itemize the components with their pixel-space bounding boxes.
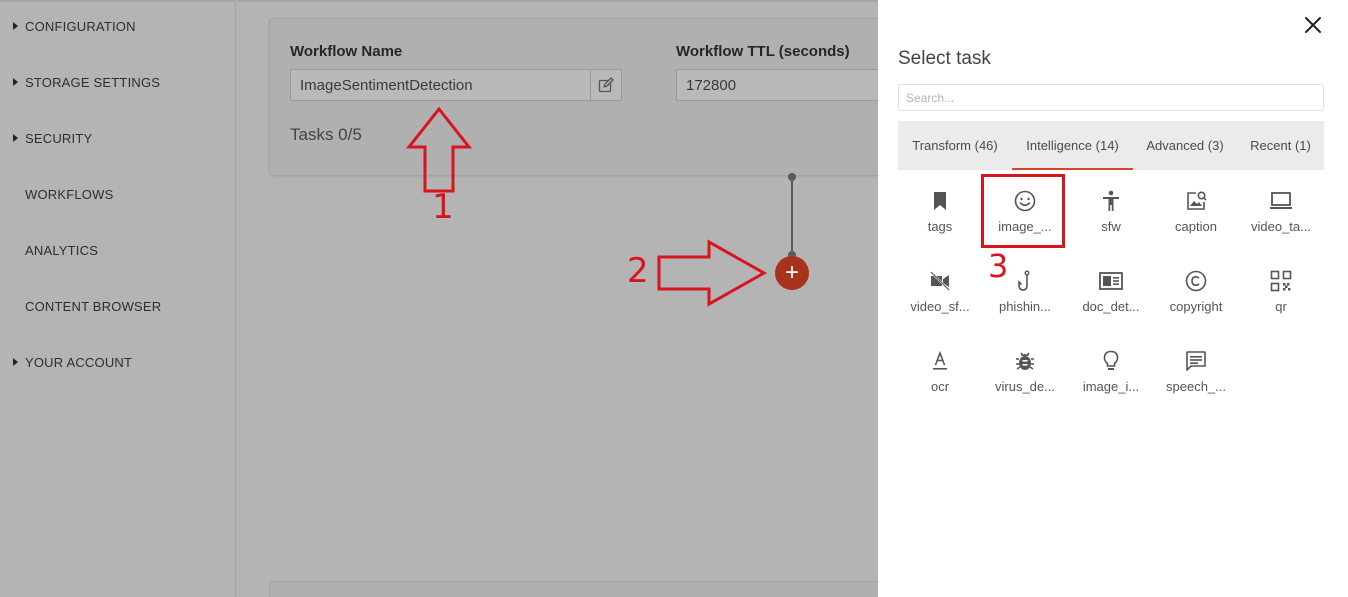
sidebar-item-label: SECURITY: [25, 130, 93, 146]
secondary-card: [269, 581, 909, 597]
edit-icon[interactable]: [590, 70, 621, 100]
sidebar-item-your-account[interactable]: YOUR ACCOUNT: [0, 352, 132, 372]
sidebar-item-configuration[interactable]: CONFIGURATION: [0, 16, 136, 36]
text-format-icon: [931, 349, 949, 373]
sidebar-item-label: YOUR ACCOUNT: [25, 354, 133, 370]
document-icon: [1099, 269, 1123, 293]
workflow-name-value[interactable]: ImageSentimentDetection: [291, 77, 590, 94]
task-label: qr: [1275, 299, 1287, 314]
add-task-button[interactable]: +: [775, 256, 809, 290]
task-label: virus_de...: [995, 379, 1055, 394]
video-off-icon: [929, 269, 951, 293]
task-image-insights[interactable]: image_i...: [1071, 335, 1151, 405]
task-video-sfw[interactable]: video_sf...: [900, 255, 980, 325]
sidebar-item-label: CONFIGURATION: [25, 18, 136, 34]
task-label: sfw: [1101, 219, 1121, 234]
task-label: copyright: [1169, 299, 1223, 314]
sidebar-item-storage-settings[interactable]: STORAGE SETTINGS: [0, 72, 160, 92]
caret-right-icon: [0, 134, 25, 142]
connector-dot: [788, 173, 796, 181]
bookmark-icon: [931, 189, 949, 213]
task-copyright[interactable]: copyright: [1156, 255, 1236, 325]
task-label: video_ta...: [1251, 219, 1311, 234]
task-tags[interactable]: tags: [900, 175, 980, 245]
annotation-number: 2: [627, 251, 649, 291]
task-virus-detect[interactable]: virus_de...: [985, 335, 1065, 405]
task-qr[interactable]: qr: [1241, 255, 1321, 325]
workflow-connector-line: [791, 176, 793, 256]
task-speech[interactable]: speech_...: [1156, 335, 1236, 405]
chat-icon: [1185, 349, 1207, 373]
annotation-number: 3: [988, 247, 1009, 285]
workflow-ttl-label: Workflow TTL (seconds): [676, 43, 850, 60]
image-search-icon: [1185, 189, 1207, 213]
tab-recent[interactable]: Recent (1): [1237, 121, 1324, 170]
sidebar-item-security[interactable]: SECURITY: [0, 128, 92, 148]
sidebar: CONFIGURATION STORAGE SETTINGS SECURITY …: [0, 0, 236, 597]
caret-right-icon: [0, 22, 25, 30]
sidebar-item-label: WORKFLOWS: [25, 186, 114, 202]
task-label: image_i...: [1082, 379, 1140, 394]
workflow-editor: Workflow Name ImageSentimentDetection Wo…: [237, 0, 916, 597]
task-label: tags: [927, 219, 953, 234]
task-sfw[interactable]: sfw: [1071, 175, 1151, 245]
task-category-tabs: Transform (46) Intelligence (14) Advance…: [898, 121, 1324, 170]
sidebar-item-analytics[interactable]: ANALYTICS: [0, 240, 98, 260]
task-label: phishin...: [998, 299, 1052, 314]
laptop-icon: [1269, 189, 1293, 213]
sidebar-item-label: CONTENT BROWSER: [25, 298, 162, 314]
task-video-tags[interactable]: video_ta...: [1241, 175, 1321, 245]
caret-right-icon: [0, 358, 25, 366]
tab-advanced[interactable]: Advanced (3): [1133, 121, 1237, 170]
annotation-arrow-up: [405, 106, 473, 193]
task-caption[interactable]: caption: [1156, 175, 1236, 245]
annotation-number: 1: [432, 187, 454, 227]
workflow-card: Workflow Name ImageSentimentDetection Wo…: [269, 18, 916, 176]
sidebar-item-label: ANALYTICS: [25, 242, 99, 258]
panel-title: Select task: [898, 48, 991, 69]
select-task-panel: Select task Transform (46) Intelligence …: [878, 0, 1348, 597]
task-label: speech_...: [1166, 379, 1226, 394]
task-label: ocr: [930, 379, 950, 394]
task-label: doc_det...: [1082, 299, 1140, 314]
lightbulb-icon: [1102, 349, 1120, 373]
annotation-arrow-right: [657, 239, 768, 307]
sidebar-item-content-browser[interactable]: CONTENT BROWSER: [0, 296, 161, 316]
accessibility-icon: [1101, 189, 1121, 213]
task-doc-detect[interactable]: doc_det...: [1071, 255, 1151, 325]
workflow-name-label: Workflow Name: [290, 43, 403, 60]
annotation-highlight-box: [981, 174, 1065, 248]
task-label: caption: [1175, 219, 1217, 234]
hook-icon: [1017, 269, 1033, 293]
sidebar-item-workflows[interactable]: WORKFLOWS: [0, 184, 113, 204]
caret-right-icon: [0, 78, 25, 86]
bug-icon: [1014, 349, 1036, 373]
tasks-count: Tasks 0/5: [290, 125, 362, 144]
task-ocr[interactable]: ocr: [900, 335, 980, 405]
sidebar-item-label: STORAGE SETTINGS: [25, 74, 161, 90]
workflow-name-field[interactable]: ImageSentimentDetection: [290, 69, 622, 101]
tab-intelligence[interactable]: Intelligence (14): [1012, 121, 1133, 170]
qr-code-icon: [1270, 269, 1292, 293]
tab-transform[interactable]: Transform (46): [898, 121, 1012, 170]
copyright-icon: [1185, 269, 1207, 293]
task-search-input[interactable]: [898, 84, 1324, 111]
close-icon[interactable]: [1302, 14, 1324, 36]
task-label: video_sf...: [910, 299, 970, 314]
